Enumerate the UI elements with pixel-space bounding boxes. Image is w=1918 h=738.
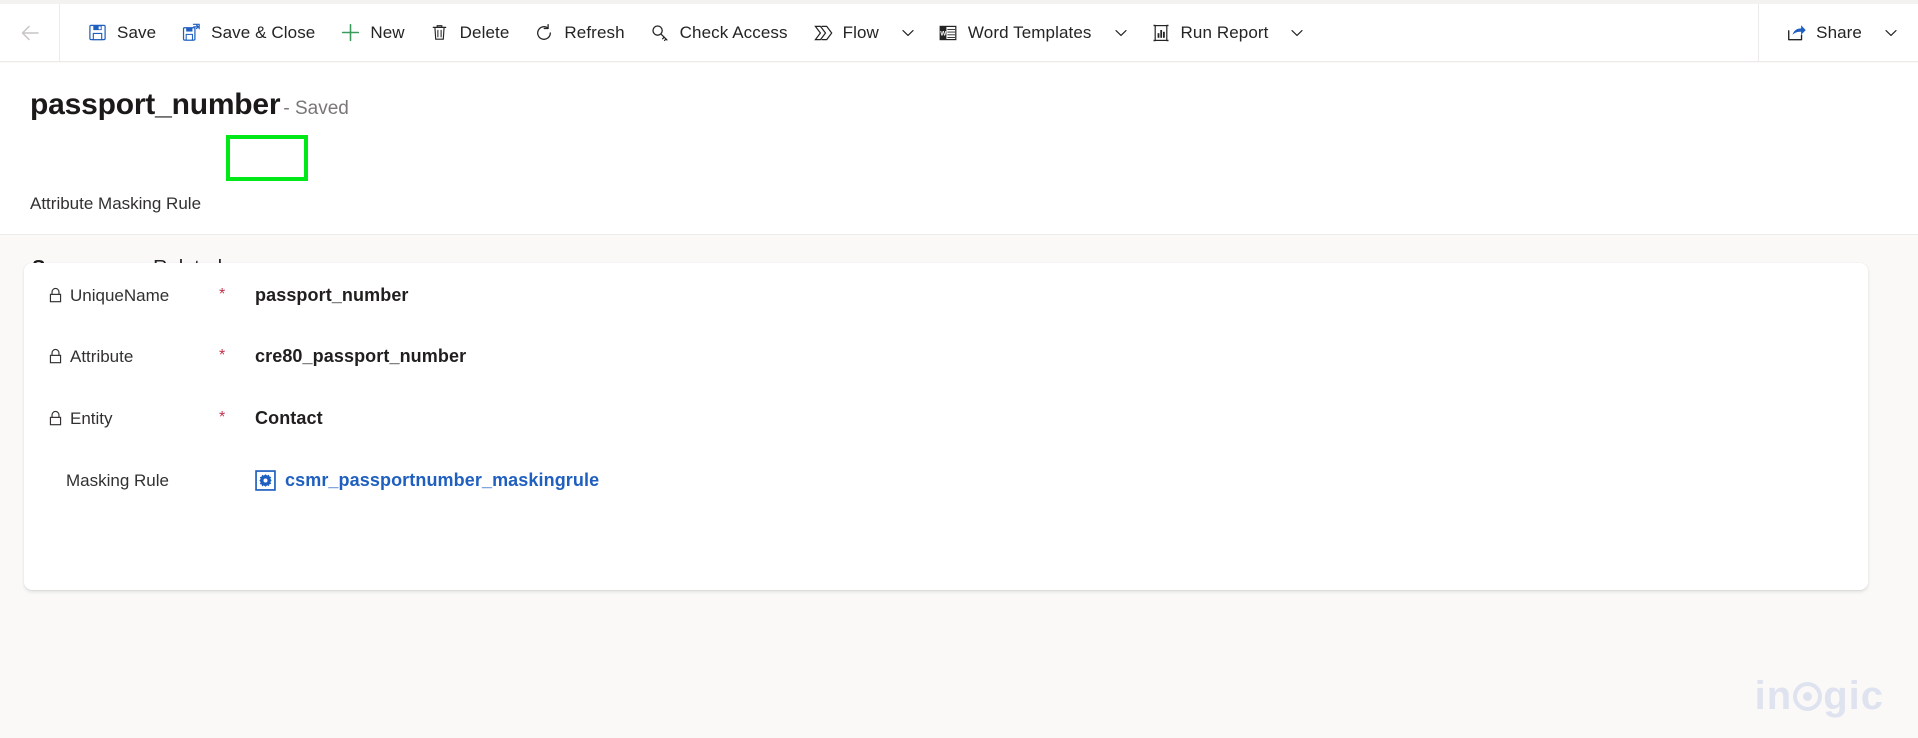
field-label-attribute-wrap: Attribute bbox=[24, 348, 219, 365]
save-icon bbox=[86, 22, 108, 44]
inogic-watermark: in gic bbox=[1755, 676, 1884, 716]
back-arrow-icon bbox=[18, 21, 42, 45]
run-report-button[interactable]: Run Report bbox=[1138, 11, 1281, 55]
field-label-attribute: Attribute bbox=[70, 346, 134, 366]
field-label-masking-rule: Masking Rule bbox=[66, 470, 169, 490]
field-label-masking-rule-wrap: Masking Rule bbox=[24, 472, 219, 489]
key-icon bbox=[649, 22, 671, 44]
share-chevron-down-icon[interactable] bbox=[1874, 11, 1908, 55]
field-row-masking-rule: Masking Rule csmr_passportnumber_masking… bbox=[24, 449, 1868, 511]
entity-record-icon bbox=[255, 469, 276, 491]
back-button[interactable] bbox=[0, 3, 60, 62]
word-templates-button[interactable]: W Word Templates bbox=[925, 11, 1104, 55]
flow-button[interactable]: Flow bbox=[800, 11, 891, 55]
field-label-entity: Entity bbox=[70, 408, 113, 428]
save-button-label: Save bbox=[117, 23, 157, 42]
run-report-chevron-down-icon[interactable] bbox=[1280, 11, 1314, 55]
check-access-button-label: Check Access bbox=[679, 23, 788, 42]
report-icon bbox=[1150, 22, 1172, 44]
save-and-close-button[interactable]: Save & Close bbox=[168, 11, 327, 55]
word-icon: W bbox=[937, 22, 959, 44]
flow-icon bbox=[812, 22, 834, 44]
save-and-close-button-label: Save & Close bbox=[211, 23, 316, 42]
field-required-uniquename: * bbox=[219, 286, 226, 303]
field-value-masking-rule[interactable]: csmr_passportnumber_maskingrule bbox=[255, 469, 599, 491]
check-access-button[interactable]: Check Access bbox=[637, 11, 800, 55]
svg-text:W: W bbox=[940, 30, 947, 37]
new-button[interactable]: New bbox=[327, 11, 416, 55]
run-report-button-label: Run Report bbox=[1180, 23, 1269, 42]
field-row-attribute: Attribute * cre80_passport_number bbox=[24, 325, 1868, 387]
entity-subtitle: Attribute Masking Rule bbox=[30, 194, 202, 213]
refresh-button[interactable]: Refresh bbox=[521, 11, 636, 55]
summary-form-card: UniqueName * passport_number Attribute *… bbox=[24, 263, 1868, 590]
title-row: passport_number - Saved bbox=[30, 90, 349, 120]
field-label-uniquename-wrap: UniqueName bbox=[24, 287, 219, 304]
field-row-entity: Entity * Contact bbox=[24, 387, 1868, 449]
masking-rule-link[interactable]: csmr_passportnumber_maskingrule bbox=[285, 471, 599, 489]
new-button-label: New bbox=[370, 23, 405, 42]
refresh-button-label: Refresh bbox=[564, 23, 625, 42]
command-bar-items: Save Save & Close New Delete Refresh Che… bbox=[60, 4, 1758, 62]
status-badge: - Saved bbox=[283, 98, 349, 119]
lock-icon bbox=[48, 410, 63, 427]
lock-icon bbox=[48, 287, 63, 304]
record-header: passport_number - Saved Attribute Maskin… bbox=[0, 63, 1918, 288]
app-root: Save Save & Close New Delete Refresh Che… bbox=[0, 0, 1918, 738]
watermark-text-before: in bbox=[1754, 674, 1793, 718]
field-required-entity: * bbox=[219, 409, 226, 426]
refresh-icon bbox=[533, 22, 555, 44]
plus-icon bbox=[339, 22, 361, 44]
watermark-o-icon bbox=[1793, 681, 1823, 711]
lock-icon bbox=[48, 348, 63, 365]
field-label-entity-wrap: Entity bbox=[24, 410, 219, 427]
watermark-text-after: gic bbox=[1823, 674, 1884, 718]
word-templates-button-label: Word Templates bbox=[967, 23, 1092, 42]
flow-chevron-down-icon[interactable] bbox=[891, 11, 925, 55]
command-bar: Save Save & Close New Delete Refresh Che… bbox=[0, 3, 1918, 62]
delete-button-label: Delete bbox=[459, 23, 510, 42]
word-templates-chevron-down-icon[interactable] bbox=[1104, 11, 1138, 55]
save-button[interactable]: Save bbox=[74, 11, 168, 55]
share-button-label: Share bbox=[1816, 23, 1862, 42]
field-label-uniquename: UniqueName bbox=[70, 285, 170, 305]
trash-icon bbox=[429, 22, 451, 44]
annotation-highlight-box bbox=[226, 135, 308, 181]
page-title: passport_number bbox=[30, 88, 281, 121]
flow-button-label: Flow bbox=[842, 23, 879, 42]
delete-button[interactable]: Delete bbox=[417, 11, 522, 55]
command-bar-right-group: Share bbox=[1758, 3, 1918, 62]
field-row-uniquename: UniqueName * passport_number bbox=[24, 264, 1868, 326]
field-value-uniquename[interactable]: passport_number bbox=[255, 286, 409, 304]
field-required-attribute: * bbox=[219, 347, 226, 364]
save-and-close-icon bbox=[180, 22, 202, 44]
share-icon bbox=[1785, 22, 1807, 44]
share-button[interactable]: Share bbox=[1773, 11, 1874, 55]
field-value-attribute[interactable]: cre80_passport_number bbox=[255, 347, 466, 365]
field-value-entity[interactable]: Contact bbox=[255, 409, 323, 427]
